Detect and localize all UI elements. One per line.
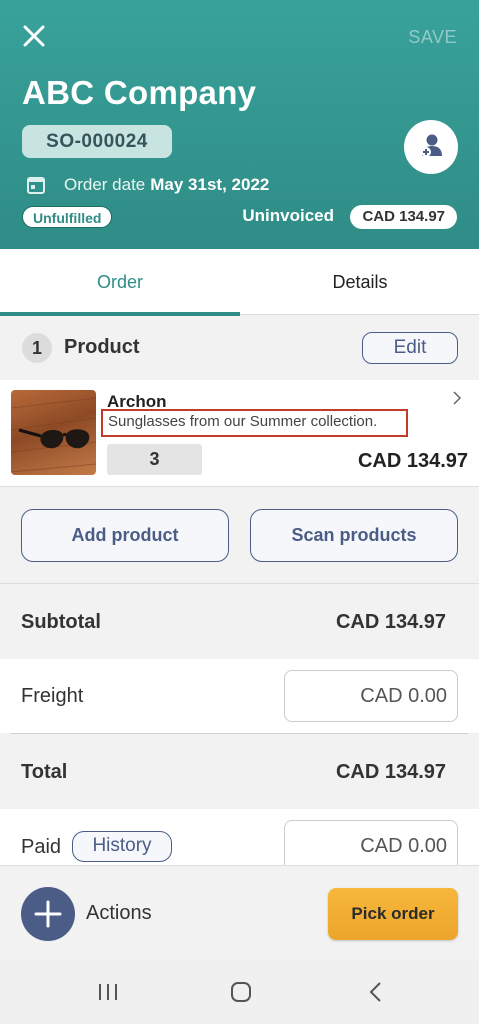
order-date-label: Order date bbox=[64, 175, 146, 194]
subtotal-label: Subtotal bbox=[21, 611, 101, 633]
product-image bbox=[11, 390, 96, 475]
chevron-right-icon bbox=[451, 390, 463, 406]
freight-input[interactable]: CAD 0.00 bbox=[284, 670, 458, 722]
save-button[interactable]: SAVE bbox=[408, 27, 457, 48]
total-row: Total CAD 134.97 bbox=[0, 735, 479, 809]
assign-contact-button[interactable] bbox=[404, 120, 458, 174]
subtotal-row: Subtotal CAD 134.97 bbox=[0, 585, 479, 659]
actions-label[interactable]: Actions bbox=[86, 902, 152, 925]
divider bbox=[11, 733, 468, 734]
order-header: SAVE ABC Company SO-000024 Order date Ma… bbox=[0, 0, 479, 249]
order-total-badge: CAD 134.97 bbox=[350, 205, 457, 229]
recent-apps-icon[interactable] bbox=[96, 980, 120, 1004]
total-value: CAD 134.97 bbox=[335, 761, 446, 783]
company-name: ABC Company bbox=[22, 74, 257, 111]
product-actions: Add product Scan products bbox=[0, 488, 479, 584]
tab-order[interactable]: Order bbox=[0, 249, 240, 316]
paid-row: Paid History CAD 0.00 bbox=[0, 809, 479, 865]
order-date-value: May 31st, 2022 bbox=[150, 175, 270, 194]
payment-history-button[interactable]: History bbox=[72, 831, 172, 862]
freight-row: Freight CAD 0.00 bbox=[0, 659, 479, 733]
edit-products-button[interactable]: Edit bbox=[362, 332, 458, 364]
total-label: Total bbox=[21, 761, 68, 783]
paid-input[interactable]: CAD 0.00 bbox=[284, 820, 458, 865]
home-icon[interactable] bbox=[229, 980, 253, 1004]
action-footer: Actions Pick order bbox=[0, 865, 479, 960]
back-icon[interactable] bbox=[364, 980, 388, 1004]
freight-label: Freight bbox=[21, 685, 84, 707]
close-icon[interactable] bbox=[20, 22, 48, 50]
pick-order-button[interactable]: Pick order bbox=[328, 888, 458, 940]
system-nav-bar bbox=[0, 960, 479, 1024]
actions-button[interactable] bbox=[21, 887, 75, 941]
order-number-badge: SO-000024 bbox=[22, 125, 172, 158]
product-price: CAD 134.97 bbox=[357, 450, 468, 472]
contact-add-icon bbox=[418, 132, 444, 163]
subtotal-value: CAD 134.97 bbox=[335, 611, 446, 633]
product-description: Sunglasses from our Summer collection. bbox=[101, 409, 408, 437]
order-date-row: Order date May 31st, 2022 bbox=[26, 174, 269, 196]
product-count: 1 bbox=[22, 333, 52, 363]
scan-products-button[interactable]: Scan products bbox=[250, 509, 458, 562]
products-title: Product bbox=[64, 336, 140, 358]
product-quantity[interactable]: 3 bbox=[107, 444, 202, 475]
plus-icon bbox=[21, 900, 75, 945]
tab-details[interactable]: Details bbox=[240, 249, 479, 315]
products-section-header: 1 Product Edit bbox=[0, 316, 479, 380]
add-product-button[interactable]: Add product bbox=[21, 509, 229, 562]
product-list-item[interactable]: Archon Sunglasses from our Summer collec… bbox=[0, 380, 479, 487]
invoice-status: Uninvoiced bbox=[242, 206, 334, 225]
paid-label: Paid bbox=[21, 836, 62, 858]
calendar-icon bbox=[26, 175, 46, 195]
tab-bar: Order Details bbox=[0, 249, 479, 316]
fulfillment-status-badge: Unfulfilled bbox=[22, 206, 113, 228]
